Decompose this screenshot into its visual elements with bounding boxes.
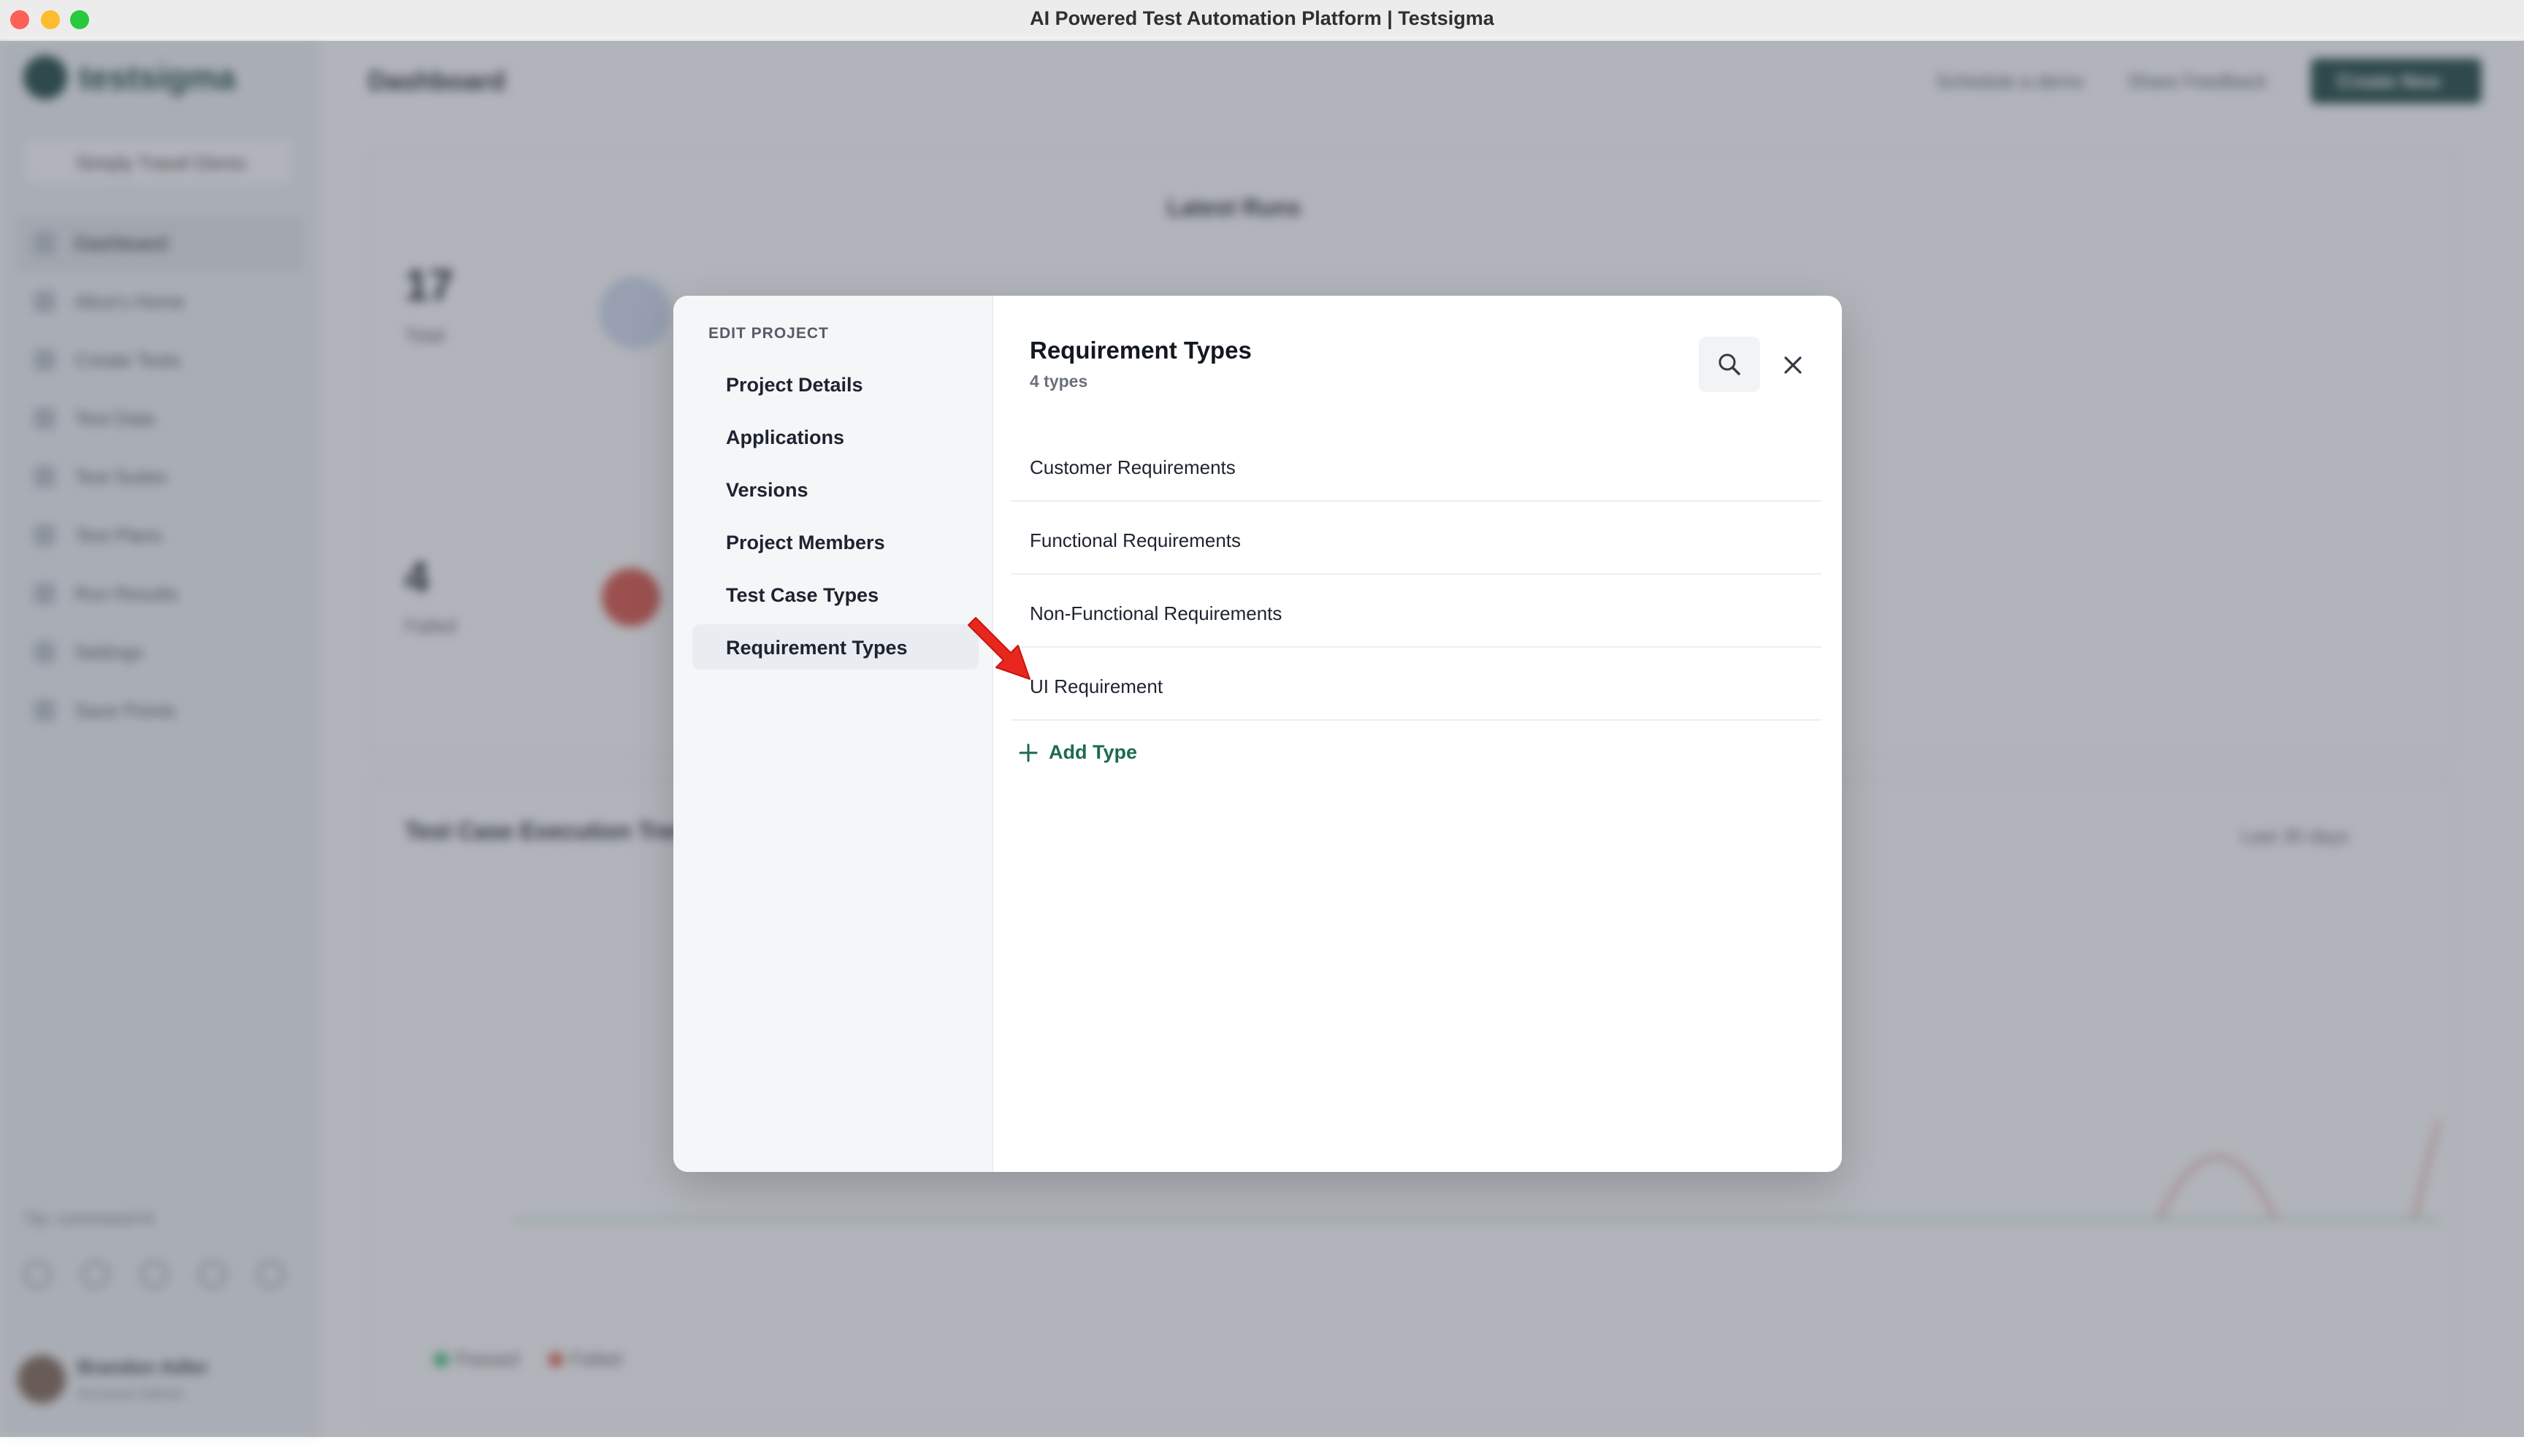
modal-sidebar: EDIT PROJECT Project Details Application… [673, 296, 993, 1172]
add-type-button[interactable]: Add Type [1018, 741, 1137, 764]
app-window: AI Powered Test Automation Platform | Te… [0, 0, 2524, 1456]
menu-project-members[interactable]: Project Members [692, 519, 979, 564]
menu-project-details[interactable]: Project Details [692, 361, 979, 407]
plus-icon [1018, 743, 1039, 763]
title-bar: AI Powered Test Automation Platform | Te… [0, 0, 2524, 41]
modal-content: Requirement Types 4 types Customer Requi… [993, 296, 1842, 1172]
modal-sidebar-menu: Project Details Applications Versions Pr… [692, 361, 979, 677]
pointer-arrow-icon [968, 617, 1030, 680]
requirement-types-list: Customer Requirements Functional Require… [1011, 429, 1821, 721]
menu-requirement-types[interactable]: Requirement Types [692, 624, 979, 670]
menu-versions[interactable]: Versions [692, 467, 979, 512]
close-icon [1784, 356, 1802, 374]
search-button[interactable] [1699, 337, 1760, 392]
menu-applications[interactable]: Applications [692, 414, 979, 459]
edit-project-modal: EDIT PROJECT Project Details Application… [673, 296, 1842, 1172]
list-item[interactable]: Customer Requirements [1011, 429, 1821, 502]
types-count: 4 types [1030, 372, 1088, 391]
modal-sidebar-heading: EDIT PROJECT [708, 325, 829, 342]
list-item[interactable]: UI Requirement [1011, 648, 1821, 721]
search-icon [1718, 353, 1740, 375]
list-item[interactable]: Functional Requirements [1011, 502, 1821, 575]
add-type-label: Add Type [1049, 741, 1137, 763]
close-modal-button[interactable] [1775, 347, 1811, 383]
window-title: AI Powered Test Automation Platform | Te… [1030, 7, 1494, 29]
menu-test-case-types[interactable]: Test Case Types [692, 572, 979, 617]
content-title: Requirement Types [1030, 337, 1252, 364]
list-item[interactable]: Non-Functional Requirements [1011, 575, 1821, 648]
